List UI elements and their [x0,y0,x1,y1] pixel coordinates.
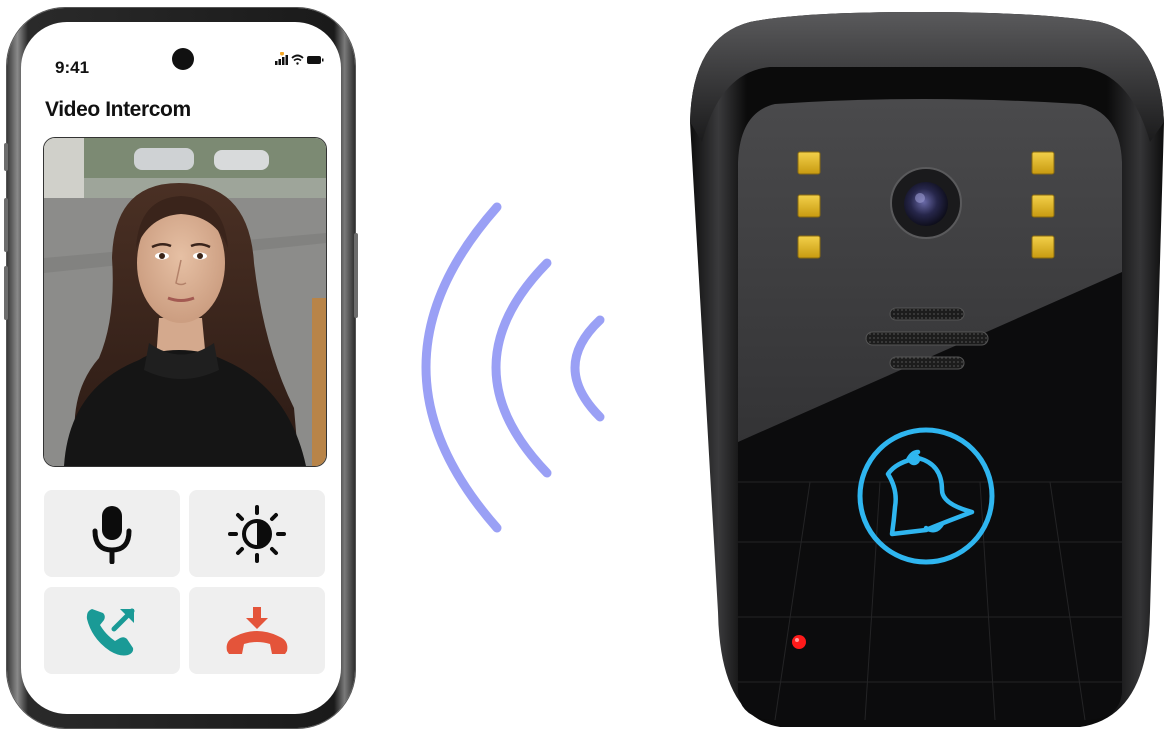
brightness-icon [228,504,286,563]
wireless-signal-icon [421,202,605,533]
end-call-button[interactable] [189,587,325,674]
camera-lens [890,167,962,239]
phone-incoming-icon [86,608,135,655]
page-title: Video Intercom [45,98,191,121]
battery-icon [307,56,324,64]
volume-up-button [4,198,8,252]
status-time: 9:41 [55,58,90,77]
visitor-image [44,138,326,466]
brightness-button[interactable] [189,490,325,577]
front-camera [172,48,194,70]
status-icons [275,52,324,65]
microphone-button[interactable] [44,490,180,577]
privacy-indicator-icon [280,52,284,56]
phone-screen: 9:41 Video Intercom [21,22,341,714]
smartphone: 9:41 Video Intercom [4,8,358,728]
doorbell-device [690,12,1164,727]
wifi-icon [291,54,304,65]
status-indicator-light [792,635,806,649]
hang-up-icon [226,606,288,654]
video-feed [43,137,327,467]
action-button [4,143,8,171]
power-button [354,233,358,318]
microphone-icon [92,505,132,564]
signal-icon [275,55,288,65]
accept-call-button[interactable] [44,587,180,674]
volume-down-button [4,266,8,320]
